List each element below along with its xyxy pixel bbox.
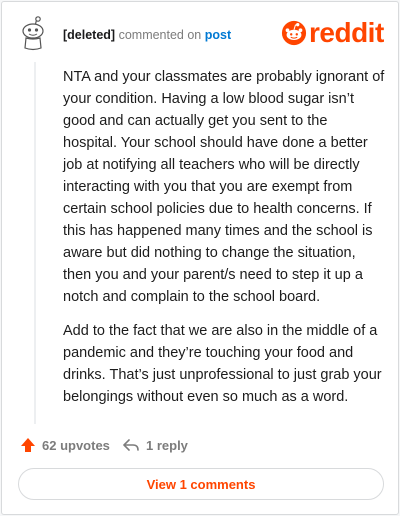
reply-button[interactable]: 1 reply (122, 434, 188, 456)
view-comments-label: View 1 comments (146, 476, 256, 492)
reply-count: 1 reply (146, 437, 188, 453)
snoo-avatar-icon[interactable] (20, 16, 48, 52)
reply-arrow-icon (123, 439, 139, 451)
reddit-snoo-icon (281, 20, 307, 46)
comment-paragraph: Add to the fact that we are also in the … (63, 323, 382, 405)
view-comments-button[interactable]: View 1 comments (18, 468, 384, 500)
author-name[interactable]: [deleted] (63, 28, 115, 42)
upvote-arrow-icon (21, 438, 35, 452)
comment-paragraph: NTA and your classmates are probably ign… (63, 69, 385, 305)
reddit-wordmark: reddit (309, 17, 384, 48)
comment-meta: [deleted] commented on post (63, 28, 231, 42)
thread-line[interactable] (34, 62, 36, 424)
comment-actions: 62 upvotes 1 reply (20, 434, 380, 456)
reddit-logo[interactable]: reddit (281, 17, 387, 48)
comment-card: [deleted] commented on post reddit NTA a… (1, 1, 399, 515)
upvote-count: 62 upvotes (42, 437, 110, 453)
action-text: commented on (118, 28, 202, 42)
comment-header: [deleted] commented on post reddit (2, 2, 398, 62)
post-link[interactable]: post (205, 28, 231, 42)
upvote-button[interactable]: 62 upvotes (20, 434, 110, 456)
comment-body: NTA and your classmates are probably ign… (63, 66, 385, 420)
